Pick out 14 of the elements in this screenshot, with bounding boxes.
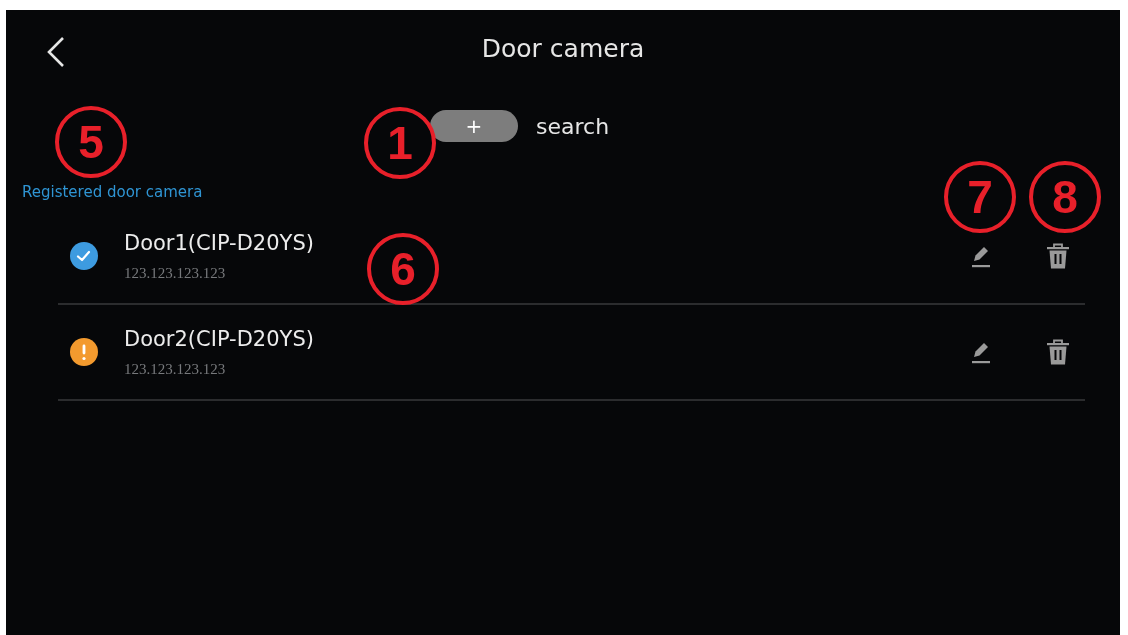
callout-number: 8 — [1029, 161, 1101, 233]
callout-number: 6 — [367, 233, 439, 305]
camera-name: Door1(CIP-D20YS) — [124, 230, 314, 255]
section-label: Registered door camera — [22, 183, 203, 201]
search-label: search — [536, 113, 610, 139]
ip-address: 123.123.123.123 — [124, 264, 226, 282]
back-icon[interactable] — [45, 36, 67, 68]
callout-number: 7 — [944, 161, 1016, 233]
screen-title: Door camera — [481, 33, 645, 63]
ip-address: 123.123.123.123 — [124, 360, 226, 378]
callout-number: 1 — [364, 107, 436, 179]
camera-name: Door2(CIP-D20YS) — [124, 326, 314, 351]
callout-number: 5 — [55, 106, 127, 178]
add-button[interactable]: + — [430, 110, 518, 142]
